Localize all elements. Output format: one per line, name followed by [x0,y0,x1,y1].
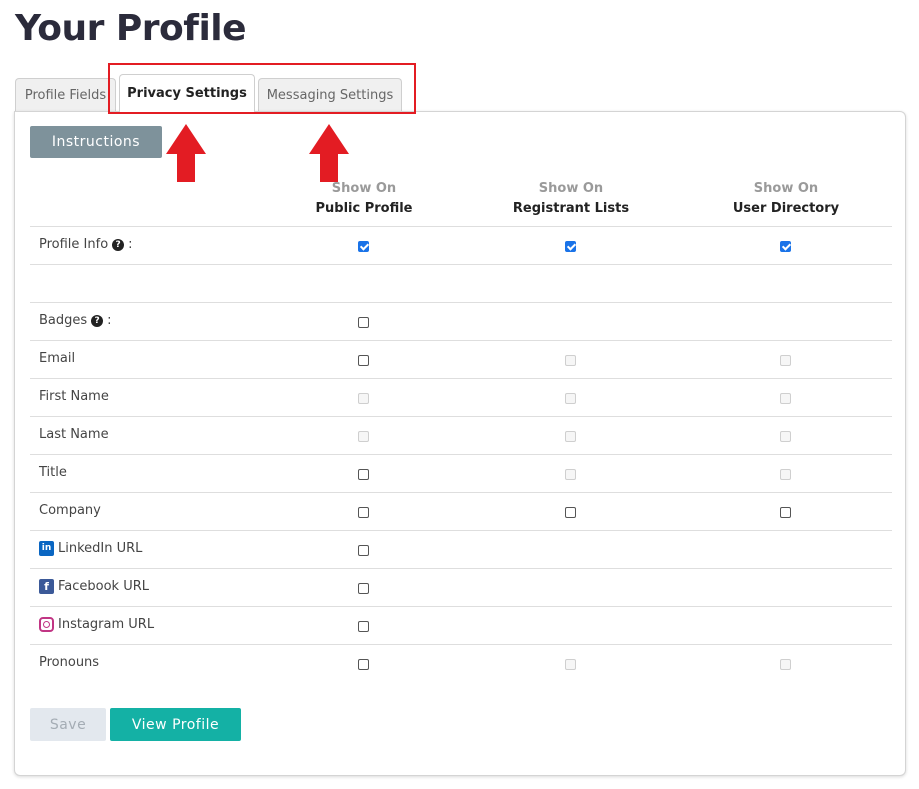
instructions-button[interactable]: Instructions [30,126,162,158]
checkbox-public-profile[interactable] [358,469,369,480]
row-label-suffix: : [107,313,112,328]
row-label: Instagram URL [39,617,154,632]
checkbox-user-directory [780,355,791,366]
table-row: Email [30,340,892,378]
checkbox-user-directory[interactable] [780,507,791,518]
row-label-text: Title [39,465,67,480]
checkbox-user-directory [780,393,791,404]
checkbox-registrant-lists[interactable] [565,507,576,518]
row-label-suffix: : [128,237,133,252]
row-label-text: Last Name [39,427,109,442]
checkbox-user-directory[interactable] [780,241,791,252]
checkbox-user-directory [780,469,791,480]
checkbox-public-profile [358,393,369,404]
column-header-line2: Registrant Lists [512,201,630,216]
checkbox-user-directory [780,431,791,442]
column-header-line2: User Directory [732,201,840,216]
checkbox-registrant-lists [565,355,576,366]
column-header-registrant-lists: Show On Registrant Lists [471,179,671,219]
row-label: Company [39,503,101,518]
view-profile-button[interactable]: View Profile [110,708,241,741]
checkbox-registrant-lists[interactable] [565,241,576,252]
row-label: Email [39,351,75,366]
save-button[interactable]: Save [30,708,106,741]
tab-profile-fields[interactable]: Profile Fields [15,78,116,111]
table-row: f Facebook URL [30,568,892,606]
instagram-icon [39,617,54,632]
row-label-text: LinkedIn URL [58,541,143,556]
checkbox-public-profile[interactable] [358,545,369,556]
row-label: f Facebook URL [39,579,149,594]
checkbox-registrant-lists [565,431,576,442]
tab-privacy-settings[interactable]: Privacy Settings [119,74,255,112]
column-header-line1: Show On [331,181,397,196]
tab-messaging-settings[interactable]: Messaging Settings [258,78,402,111]
table-row: Badges?: [30,302,892,340]
privacy-table: Profile Info?: Badges?: Email First Name Las… [30,226,892,682]
checkbox-public-profile[interactable] [358,355,369,366]
table-row: Title [30,454,892,492]
column-header-line2: Public Profile [315,201,413,216]
column-header-line1: Show On [753,181,819,196]
checkbox-registrant-lists [565,659,576,670]
checkbox-public-profile[interactable] [358,241,369,252]
row-label-text: Badges [39,313,88,328]
question-circle-icon[interactable]: ? [112,238,125,251]
checkbox-public-profile[interactable] [358,621,369,632]
checkbox-public-profile[interactable] [358,659,369,670]
row-label-text: Company [39,503,101,518]
row-label-text: Email [39,351,76,366]
checkbox-user-directory [780,659,791,670]
page-title: Your Profile [15,8,247,49]
row-label: Profile Info?: [39,237,133,252]
row-label-text: Facebook URL [58,579,150,594]
checkbox-registrant-lists [565,393,576,404]
row-label: Pronouns [39,655,99,670]
checkbox-public-profile[interactable] [358,317,369,328]
checkbox-registrant-lists [565,469,576,480]
checkbox-public-profile[interactable] [358,507,369,518]
table-row: Company [30,492,892,530]
row-label: Last Name [39,427,109,442]
row-label: Title [39,465,67,480]
linkedin-icon: in [39,541,54,556]
row-label-text: Profile Info [39,237,109,252]
row-label: First Name [39,389,109,404]
privacy-settings-panel: Instructions Show On Public Profile Show… [14,111,906,776]
table-row [30,264,892,302]
checkbox-public-profile[interactable] [358,583,369,594]
row-label-text: First Name [39,389,109,404]
table-row: Pronouns [30,644,892,682]
column-header-public-profile: Show On Public Profile [264,179,464,219]
question-circle-icon[interactable]: ? [91,314,104,327]
row-label: in LinkedIn URL [39,541,142,556]
table-row: Instagram URL [30,606,892,644]
column-header-user-directory: Show On User Directory [686,179,886,219]
table-row: in LinkedIn URL [30,530,892,568]
row-label-text: Instagram URL [58,617,155,632]
checkbox-public-profile [358,431,369,442]
table-row: Last Name [30,416,892,454]
row-label-text: Pronouns [39,655,100,670]
column-header-line1: Show On [538,181,604,196]
table-row: Profile Info?: [30,226,892,264]
facebook-icon: f [39,579,54,594]
table-row: First Name [30,378,892,416]
row-label: Badges?: [39,313,112,328]
